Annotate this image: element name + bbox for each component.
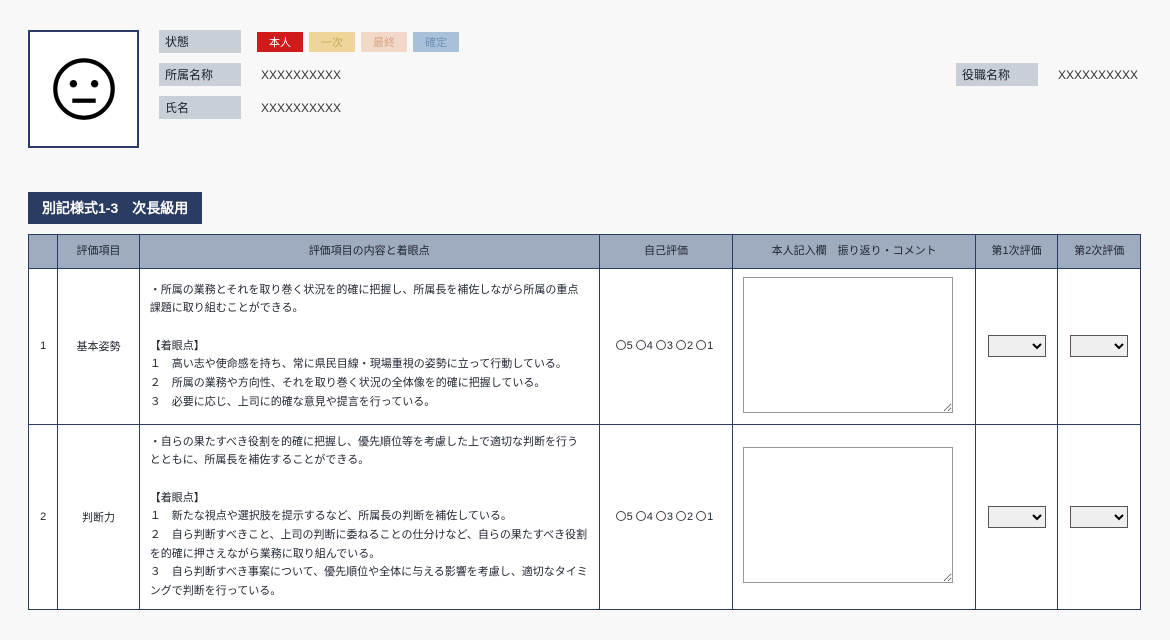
table-row: 2判断力・自らの果たすべき役割を的確に把握し、優先順位等を考慮した上で適切な判断… bbox=[29, 424, 1141, 609]
dept-label: 所属名称 bbox=[159, 63, 241, 86]
row-num: 2 bbox=[29, 424, 58, 609]
second-eval-select[interactable] bbox=[1070, 335, 1128, 357]
first-eval-cell bbox=[975, 424, 1058, 609]
rating-radio-4[interactable]: 4 bbox=[636, 340, 654, 352]
self-rating: 5 4 3 2 1 bbox=[599, 424, 733, 609]
first-eval-select[interactable] bbox=[988, 506, 1046, 528]
name-label: 氏名 bbox=[159, 96, 241, 119]
rating-radio-2[interactable]: 2 bbox=[676, 511, 694, 523]
comment-textarea[interactable] bbox=[743, 447, 953, 583]
comment-cell bbox=[733, 268, 975, 424]
rating-radio-2[interactable]: 2 bbox=[676, 340, 694, 352]
post-label: 役職名称 bbox=[956, 63, 1038, 86]
status-badges: 本人 一次 最終 確定 bbox=[257, 32, 459, 52]
rating-radio-1[interactable]: 1 bbox=[696, 340, 714, 352]
badge-confirmed: 確定 bbox=[413, 32, 459, 52]
self-rating: 5 4 3 2 1 bbox=[599, 268, 733, 424]
th-first: 第1次評価 bbox=[975, 235, 1058, 269]
rating-radio-3[interactable]: 3 bbox=[656, 511, 674, 523]
comment-cell bbox=[733, 424, 975, 609]
th-num bbox=[29, 235, 58, 269]
second-eval-cell bbox=[1058, 424, 1141, 609]
row-desc: ・所属の業務とそれを取り巻く状況を的確に把握し、所属長を補佐しながら所属の重点課… bbox=[139, 268, 599, 424]
neutral-face-icon bbox=[50, 55, 118, 123]
section-title: 別記様式1-3 次長級用 bbox=[28, 192, 202, 224]
th-item: 評価項目 bbox=[58, 235, 140, 269]
rating-radio-1[interactable]: 1 bbox=[696, 511, 714, 523]
second-eval-select[interactable] bbox=[1070, 506, 1128, 528]
rating-radio-4[interactable]: 4 bbox=[636, 511, 654, 523]
row-item: 基本姿勢 bbox=[58, 268, 140, 424]
th-self: 自己評価 bbox=[599, 235, 733, 269]
rating-radio-5[interactable]: 5 bbox=[616, 340, 634, 352]
badge-first: 一次 bbox=[309, 32, 355, 52]
row-num: 1 bbox=[29, 268, 58, 424]
th-comment: 本人記入欄 振り返り・コメント bbox=[733, 235, 975, 269]
badge-final: 最終 bbox=[361, 32, 407, 52]
th-desc: 評価項目の内容と着眼点 bbox=[139, 235, 599, 269]
table-row: 1基本姿勢・所属の業務とそれを取り巻く状況を的確に把握し、所属長を補佐しながら所… bbox=[29, 268, 1141, 424]
row-desc: ・自らの果たすべき役割を的確に把握し、優先順位等を考慮した上で適切な判断を行うと… bbox=[139, 424, 599, 609]
second-eval-cell bbox=[1058, 268, 1141, 424]
rating-radio-5[interactable]: 5 bbox=[616, 511, 634, 523]
row-item: 判断力 bbox=[58, 424, 140, 609]
evaluation-table: 評価項目 評価項目の内容と着眼点 自己評価 本人記入欄 振り返り・コメント 第1… bbox=[28, 234, 1141, 610]
name-value: XXXXXXXXXX bbox=[257, 99, 459, 117]
status-label: 状態 bbox=[159, 30, 241, 53]
badge-self: 本人 bbox=[257, 32, 303, 52]
dept-value: XXXXXXXXXX bbox=[257, 66, 459, 84]
th-second: 第2次評価 bbox=[1058, 235, 1141, 269]
avatar bbox=[28, 30, 139, 148]
first-eval-select[interactable] bbox=[988, 335, 1046, 357]
first-eval-cell bbox=[975, 268, 1058, 424]
post-value: XXXXXXXXXX bbox=[1054, 66, 1142, 84]
rating-radio-3[interactable]: 3 bbox=[656, 340, 674, 352]
comment-textarea[interactable] bbox=[743, 277, 953, 413]
